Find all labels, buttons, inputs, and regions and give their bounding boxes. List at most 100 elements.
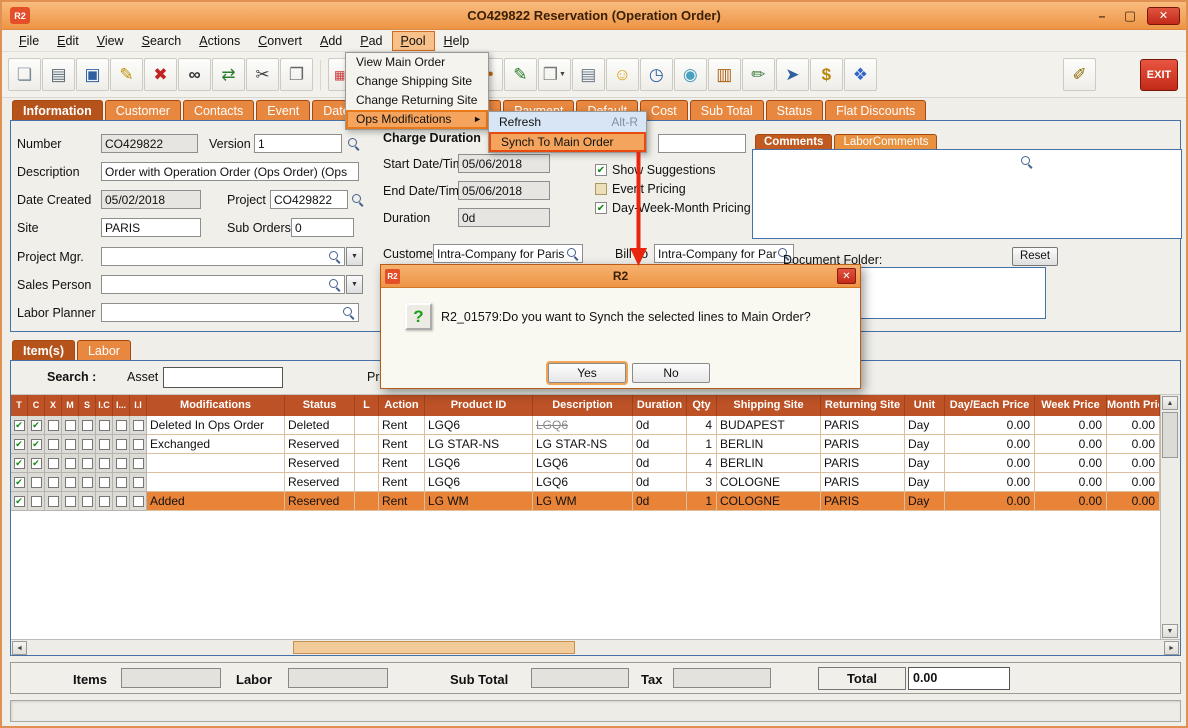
row-checkbox-cell[interactable] — [28, 454, 45, 473]
row-checkbox-cell[interactable] — [11, 416, 28, 435]
row-checkbox-cell[interactable] — [45, 473, 62, 492]
column-header[interactable]: Unit — [905, 395, 945, 416]
binoculars-icon[interactable]: ∞ — [178, 58, 211, 91]
vertical-scroll-thumb[interactable] — [1162, 412, 1178, 458]
scroll-down-icon[interactable] — [1162, 624, 1178, 638]
cut-icon[interactable]: ✂ — [246, 58, 279, 91]
customer-search-icon[interactable] — [565, 246, 580, 261]
items-tab[interactable]: Item(s) — [12, 340, 75, 360]
scroll-right-icon[interactable] — [1164, 641, 1179, 655]
table-row[interactable]: ReservedRentLGQ6LGQ60d4BERLINPARISDay0.0… — [11, 454, 1160, 473]
row-checkbox-cell[interactable] — [113, 454, 130, 473]
books-icon[interactable]: ▥ — [708, 58, 741, 91]
reset-button[interactable]: Reset — [1012, 247, 1058, 266]
copy-icon[interactable]: ❐ — [280, 58, 313, 91]
column-header[interactable]: Description — [533, 395, 633, 416]
column-header[interactable]: Product ID — [425, 395, 533, 416]
start-date-field[interactable] — [458, 154, 550, 173]
delete-icon[interactable]: ✖ — [144, 58, 177, 91]
pool-menu-item[interactable]: View Main Order — [346, 53, 488, 72]
main-tab[interactable]: Sub Total — [690, 100, 764, 120]
table-row[interactable]: ExchangedReservedRentLG STAR-NSLG STAR-N… — [11, 435, 1160, 454]
menu-item[interactable]: View — [88, 31, 133, 51]
row-checkbox-cell[interactable] — [28, 416, 45, 435]
note-edit-icon[interactable]: ✎ — [504, 58, 537, 91]
row-checkbox-cell[interactable] — [28, 492, 45, 511]
row-checkbox-cell[interactable] — [113, 492, 130, 511]
labor-planner-field[interactable] — [101, 303, 359, 322]
column-header[interactable]: Qty — [687, 395, 717, 416]
money-icon[interactable]: $ — [810, 58, 843, 91]
menu-item[interactable]: Help — [435, 31, 479, 51]
horizontal-scroll-thumb[interactable] — [293, 641, 575, 654]
date-created-field[interactable] — [101, 190, 201, 209]
customer-field[interactable] — [433, 244, 583, 263]
row-checkbox-cell[interactable] — [11, 492, 28, 511]
labor-planner-search-icon[interactable] — [341, 305, 356, 320]
fax-printer-icon[interactable]: ▤ — [572, 58, 605, 91]
row-checkbox-cell[interactable] — [113, 435, 130, 454]
row-checkbox-cell[interactable] — [62, 473, 79, 492]
minimize-button[interactable] — [1091, 7, 1113, 25]
cubes-icon[interactable]: ❖ — [844, 58, 877, 91]
column-header[interactable]: Modifications — [147, 395, 285, 416]
row-checkbox-cell[interactable] — [11, 454, 28, 473]
pool-menu-item[interactable]: Change Returning Site — [346, 91, 488, 110]
menu-item[interactable]: Actions — [190, 31, 249, 51]
column-header[interactable]: Month Price — [1107, 395, 1160, 416]
vertical-scrollbar[interactable] — [1160, 395, 1180, 639]
row-checkbox-cell[interactable] — [11, 435, 28, 454]
row-checkbox-cell[interactable] — [28, 435, 45, 454]
row-checkbox-cell[interactable] — [130, 454, 147, 473]
close-button[interactable] — [1147, 7, 1180, 25]
menu-item[interactable]: Convert — [249, 31, 311, 51]
row-checkbox-cell[interactable] — [62, 454, 79, 473]
row-checkbox-cell[interactable] — [96, 416, 113, 435]
column-header[interactable]: Week Price — [1035, 395, 1107, 416]
unlabeled-field[interactable] — [658, 134, 746, 153]
version-search-icon[interactable] — [346, 136, 361, 151]
main-tab[interactable]: Status — [766, 100, 823, 120]
row-checkbox-cell[interactable] — [79, 435, 96, 454]
duration-field[interactable] — [458, 208, 550, 227]
pool-menu-item[interactable]: Change Shipping Site — [346, 72, 488, 91]
write-doc-icon[interactable]: ✏ — [742, 58, 775, 91]
main-tab[interactable]: Event — [256, 100, 310, 120]
comments-tab[interactable]: LaborComments — [834, 134, 937, 149]
row-checkbox-cell[interactable] — [79, 454, 96, 473]
column-header[interactable]: Shipping Site — [717, 395, 821, 416]
menu-item[interactable]: Search — [133, 31, 191, 51]
menu-item[interactable]: Add — [311, 31, 351, 51]
new-document-icon[interactable]: ❏ — [8, 58, 41, 91]
scroll-left-icon[interactable] — [12, 641, 27, 655]
pricing-checkbox-item[interactable]: Show Suggestions — [595, 163, 716, 177]
menu-item[interactable]: File — [10, 31, 48, 51]
no-button[interactable]: No — [632, 363, 710, 383]
comments-box[interactable] — [752, 149, 1182, 239]
menu-item[interactable]: Pool — [392, 31, 435, 51]
menu-item[interactable]: Edit — [48, 31, 88, 51]
convert-icon[interactable]: ⇄ — [212, 58, 245, 91]
bill-to-field[interactable] — [654, 244, 794, 263]
submenu-item[interactable]: Synch To Main Order — [489, 132, 646, 152]
main-tab[interactable]: Information — [12, 100, 103, 120]
asset-search-input[interactable] — [163, 367, 283, 388]
scroll-up-icon[interactable] — [1162, 396, 1178, 410]
row-checkbox-cell[interactable] — [96, 435, 113, 454]
row-checkbox-cell[interactable] — [96, 454, 113, 473]
project-search-icon[interactable] — [350, 192, 365, 207]
pricing-checkbox-item[interactable]: Day-Week-Month Pricing — [595, 201, 751, 215]
row-checkbox-cell[interactable] — [62, 416, 79, 435]
row-checkbox-cell[interactable] — [79, 492, 96, 511]
row-checkbox-cell[interactable] — [62, 492, 79, 511]
items-tab[interactable]: Labor — [77, 340, 131, 360]
row-checkbox-cell[interactable] — [79, 473, 96, 492]
pool-menu-item[interactable]: Ops Modifications — [346, 110, 488, 129]
end-date-field[interactable] — [458, 181, 550, 200]
row-checkbox-cell[interactable] — [130, 416, 147, 435]
sales-person-search-icon[interactable] — [327, 277, 342, 292]
project-field[interactable] — [270, 190, 348, 209]
table-row[interactable]: AddedReservedRentLG WMLG WM0d1COLOGNEPAR… — [11, 492, 1160, 511]
column-header[interactable]: Returning Site — [821, 395, 905, 416]
row-checkbox-cell[interactable] — [11, 473, 28, 492]
